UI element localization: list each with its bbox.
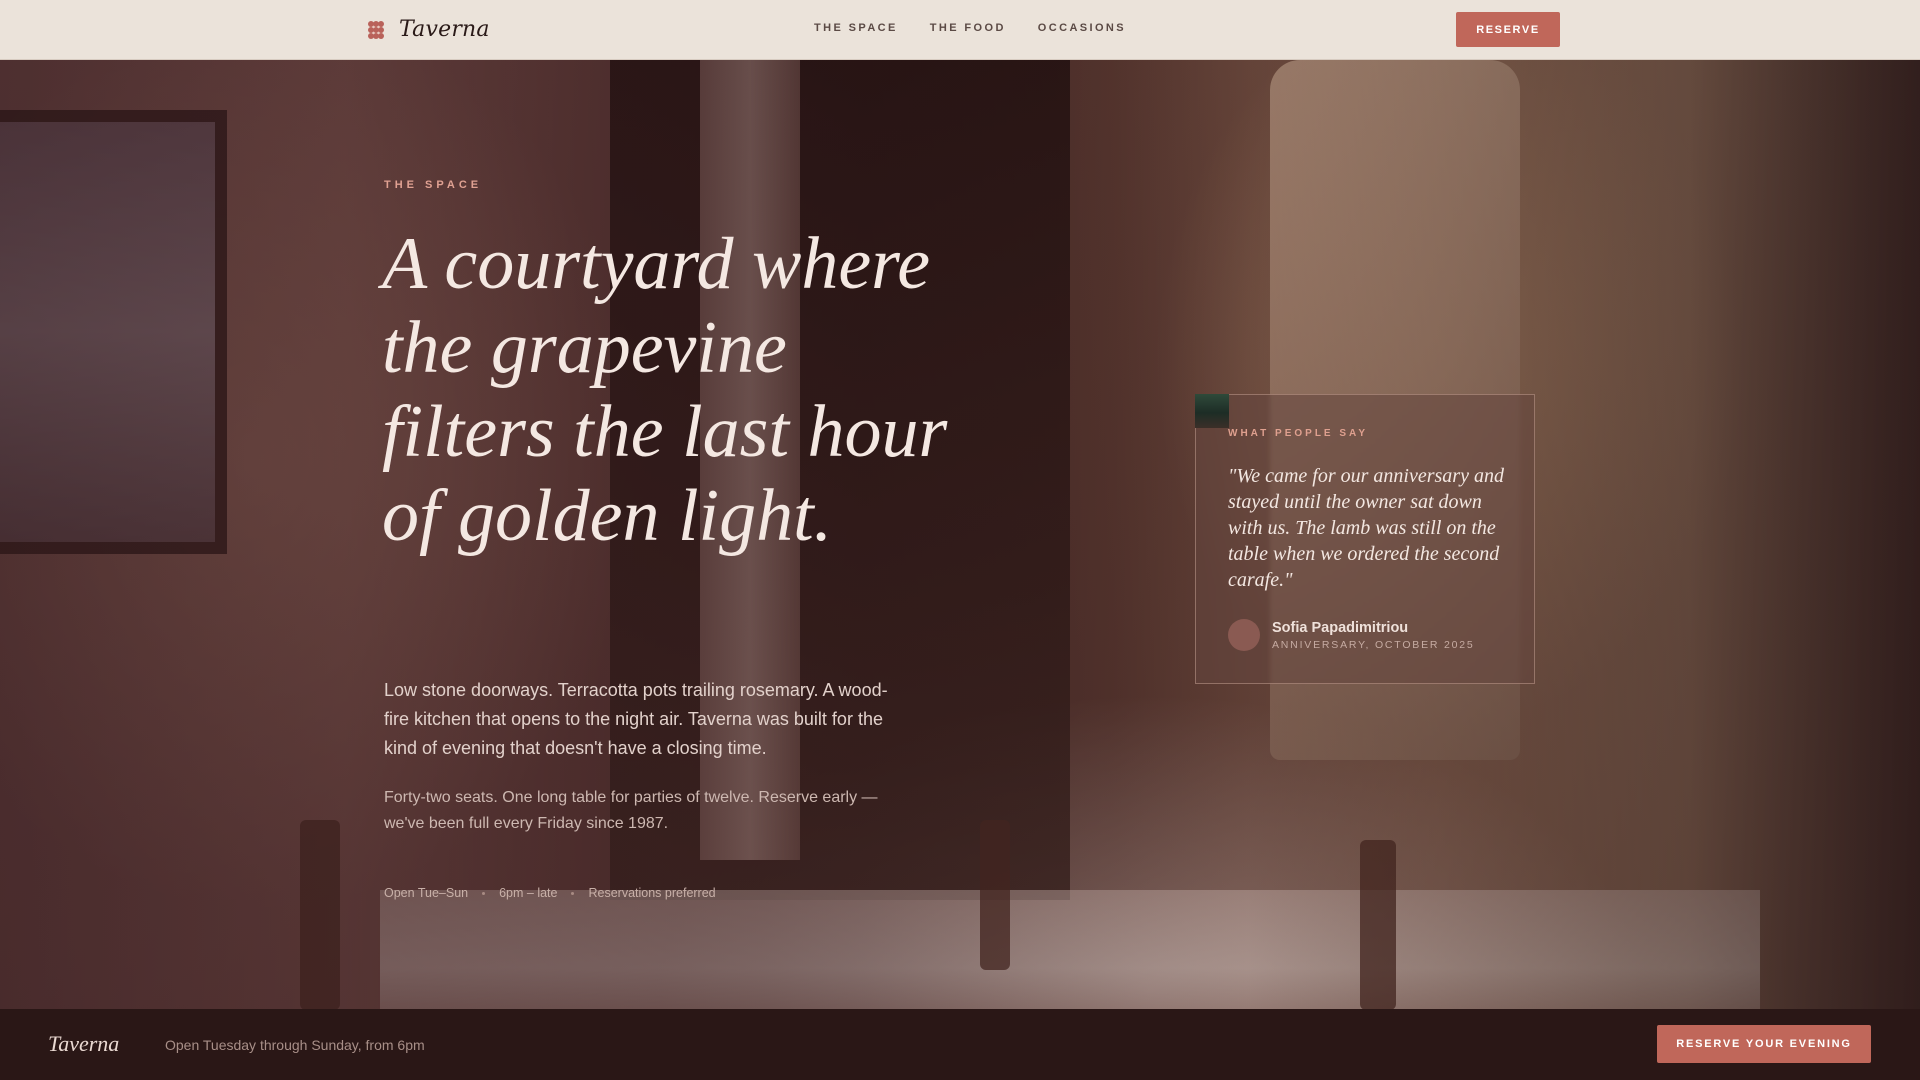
grape-cluster-icon [368, 20, 384, 39]
brand-logo[interactable]: Taverna [365, 17, 490, 42]
main-nav: THE SPACE THE FOOD OCCASIONS [814, 22, 1126, 34]
footer-hours: Open Tuesday through Sunday, from 6pm [165, 1037, 425, 1053]
nav-link-the-food[interactable]: THE FOOD [930, 22, 1006, 34]
meta-hours: 6pm – late [499, 886, 558, 900]
meta-days: Open Tue–Sun [384, 886, 469, 900]
testimonial-label: WHAT PEOPLE SAY [1228, 428, 1369, 439]
testimonial-card: WHAT PEOPLE SAY "We came for our anniver… [1195, 394, 1535, 684]
author-occasion: ANNIVERSARY, OCTOBER 2025 [1272, 638, 1475, 651]
brand-name: Taverna [399, 17, 490, 42]
sticky-reserve-bar: Taverna Open Tuesday through Sunday, fro… [0, 1009, 1920, 1080]
top-navigation-bar: Taverna THE SPACE THE FOOD OCCASIONS RES… [0, 0, 1920, 60]
testimonial-author: Sofia Papadimitriou ANNIVERSARY, OCTOBER… [1228, 619, 1475, 651]
hero-headline: A courtyard where the grapevine filters … [382, 223, 948, 557]
author-name: Sofia Papadimitriou [1272, 619, 1409, 636]
separator-dot [482, 891, 486, 895]
testimonial-thumbnail [1195, 394, 1229, 428]
footer-brand: Taverna [48, 1031, 120, 1056]
hero-lede: Low stone doorways. Terracotta pots trai… [384, 680, 888, 758]
meta-reservations: Reservations preferred [588, 886, 716, 900]
avatar [1228, 619, 1260, 651]
testimonial-quote: "We came for our anniversary and stayed … [1228, 465, 1504, 591]
hours-meta: Open Tue–Sun 6pm – late Reservations pre… [384, 886, 716, 900]
reserve-evening-button[interactable]: RESERVE YOUR EVENING [1657, 1025, 1871, 1063]
reserve-button[interactable]: RESERVE [1456, 12, 1560, 47]
separator-dot [571, 891, 575, 895]
nav-link-occasions[interactable]: OCCASIONS [1038, 22, 1126, 34]
hero-subtext: Forty-two seats. One long table for part… [384, 789, 878, 832]
section-eyebrow: THE SPACE [384, 179, 483, 191]
nav-link-the-space[interactable]: THE SPACE [814, 22, 898, 34]
